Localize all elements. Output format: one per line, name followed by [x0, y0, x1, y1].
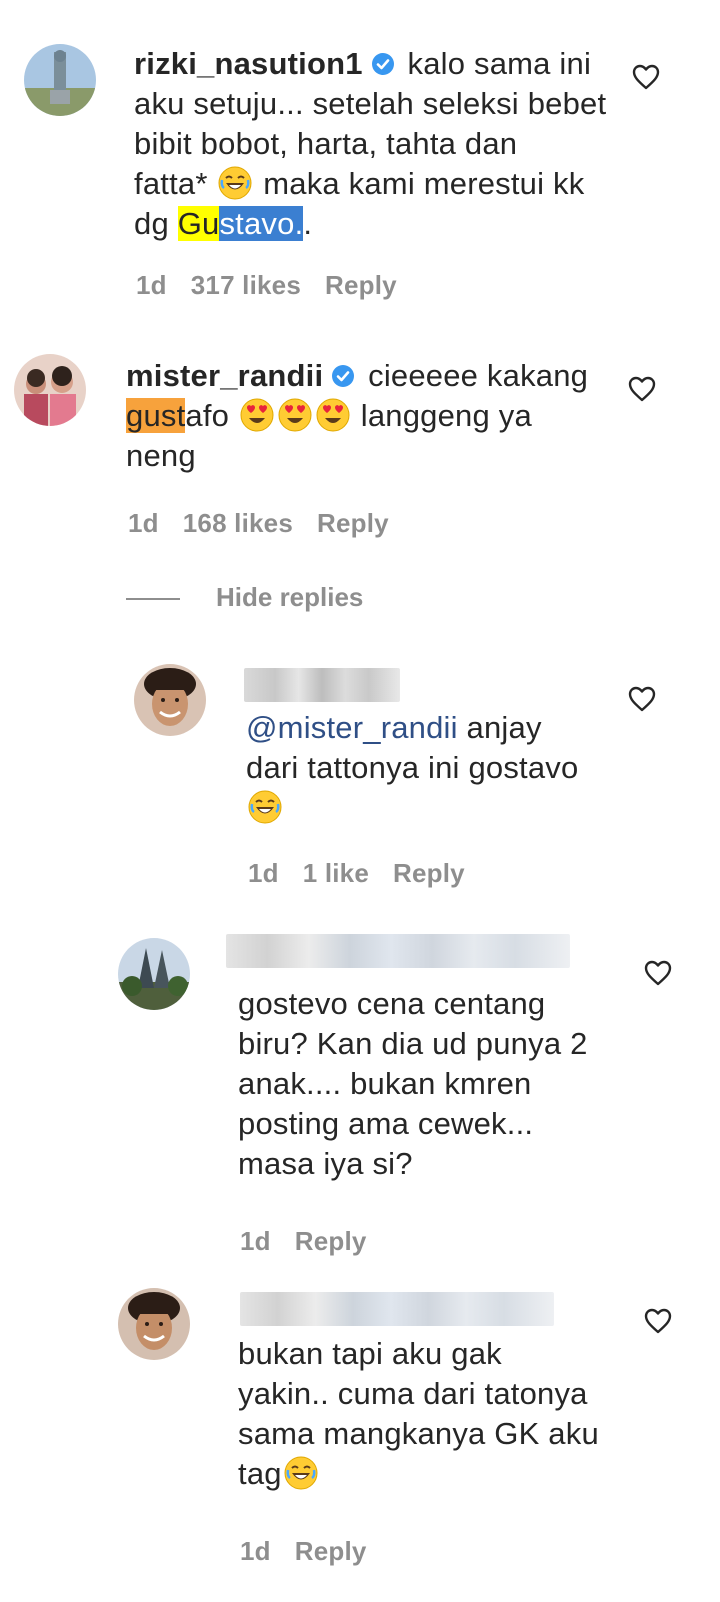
reply-text: @mister_randii anjay dari tattonya ini g… — [246, 708, 626, 828]
verified-badge-icon — [371, 52, 395, 76]
laughing-emoji-icon — [218, 166, 252, 200]
mention-link[interactable]: @mister_randii — [246, 710, 458, 745]
blurred-username — [226, 934, 570, 968]
reply-text: gostevo cena centang biru? Kan dia ud pu… — [238, 986, 588, 1181]
like-heart-icon[interactable] — [632, 64, 660, 90]
like-heart-icon[interactable] — [628, 376, 656, 402]
reply-button[interactable]: Reply — [317, 508, 389, 538]
username[interactable]: rizki_nasution1 — [134, 46, 363, 81]
timestamp: 1d — [240, 1536, 271, 1566]
like-heart-icon[interactable] — [644, 1308, 672, 1334]
timestamp: 1d — [136, 270, 167, 300]
comment-meta: 1d Reply — [240, 1226, 391, 1257]
blurred-username — [240, 1292, 554, 1326]
comment-meta: 1d Reply — [240, 1536, 391, 1567]
reply-button[interactable]: Reply — [295, 1226, 367, 1256]
timestamp: 1d — [128, 508, 159, 538]
avatar[interactable] — [118, 938, 190, 1010]
heart-eyes-emoji-icon — [240, 398, 274, 432]
heart-eyes-emoji-icon — [316, 398, 350, 432]
likes-count[interactable]: 1 like — [303, 858, 369, 888]
reply-button[interactable]: Reply — [295, 1536, 367, 1566]
hide-replies-line — [126, 598, 180, 600]
avatar[interactable] — [24, 44, 96, 116]
heart-eyes-emoji-icon — [278, 398, 312, 432]
username[interactable]: mister_randii — [126, 358, 323, 393]
verified-badge-icon — [331, 364, 355, 388]
timestamp: 1d — [248, 858, 279, 888]
likes-count[interactable]: 168 likes — [183, 508, 293, 538]
comment-meta: 1d 168 likes Reply — [128, 508, 413, 539]
comment-meta: 1d 317 likes Reply — [136, 270, 421, 301]
laughing-emoji-icon — [284, 1456, 318, 1490]
laughing-emoji-icon — [248, 790, 282, 824]
reply-button[interactable]: Reply — [325, 270, 397, 300]
likes-count[interactable]: 317 likes — [191, 270, 301, 300]
comment-text: rizki_nasution1 kalo sama ini aku setuju… — [134, 46, 607, 241]
blurred-username — [244, 668, 400, 702]
comment-text: mister_randii cieeeee kakang gustafo lan… — [126, 358, 589, 473]
timestamp: 1d — [240, 1226, 271, 1256]
avatar[interactable] — [14, 354, 86, 426]
reply-text: bukan tapi aku gak yakin.. cuma dari tat… — [238, 1336, 599, 1491]
comment-meta: 1d 1 like Reply — [248, 858, 489, 889]
hide-replies-button[interactable]: Hide replies — [216, 582, 363, 613]
avatar[interactable] — [134, 664, 206, 736]
like-heart-icon[interactable] — [628, 686, 656, 712]
avatar[interactable] — [118, 1288, 190, 1360]
reply-button[interactable]: Reply — [393, 858, 465, 888]
like-heart-icon[interactable] — [644, 960, 672, 986]
